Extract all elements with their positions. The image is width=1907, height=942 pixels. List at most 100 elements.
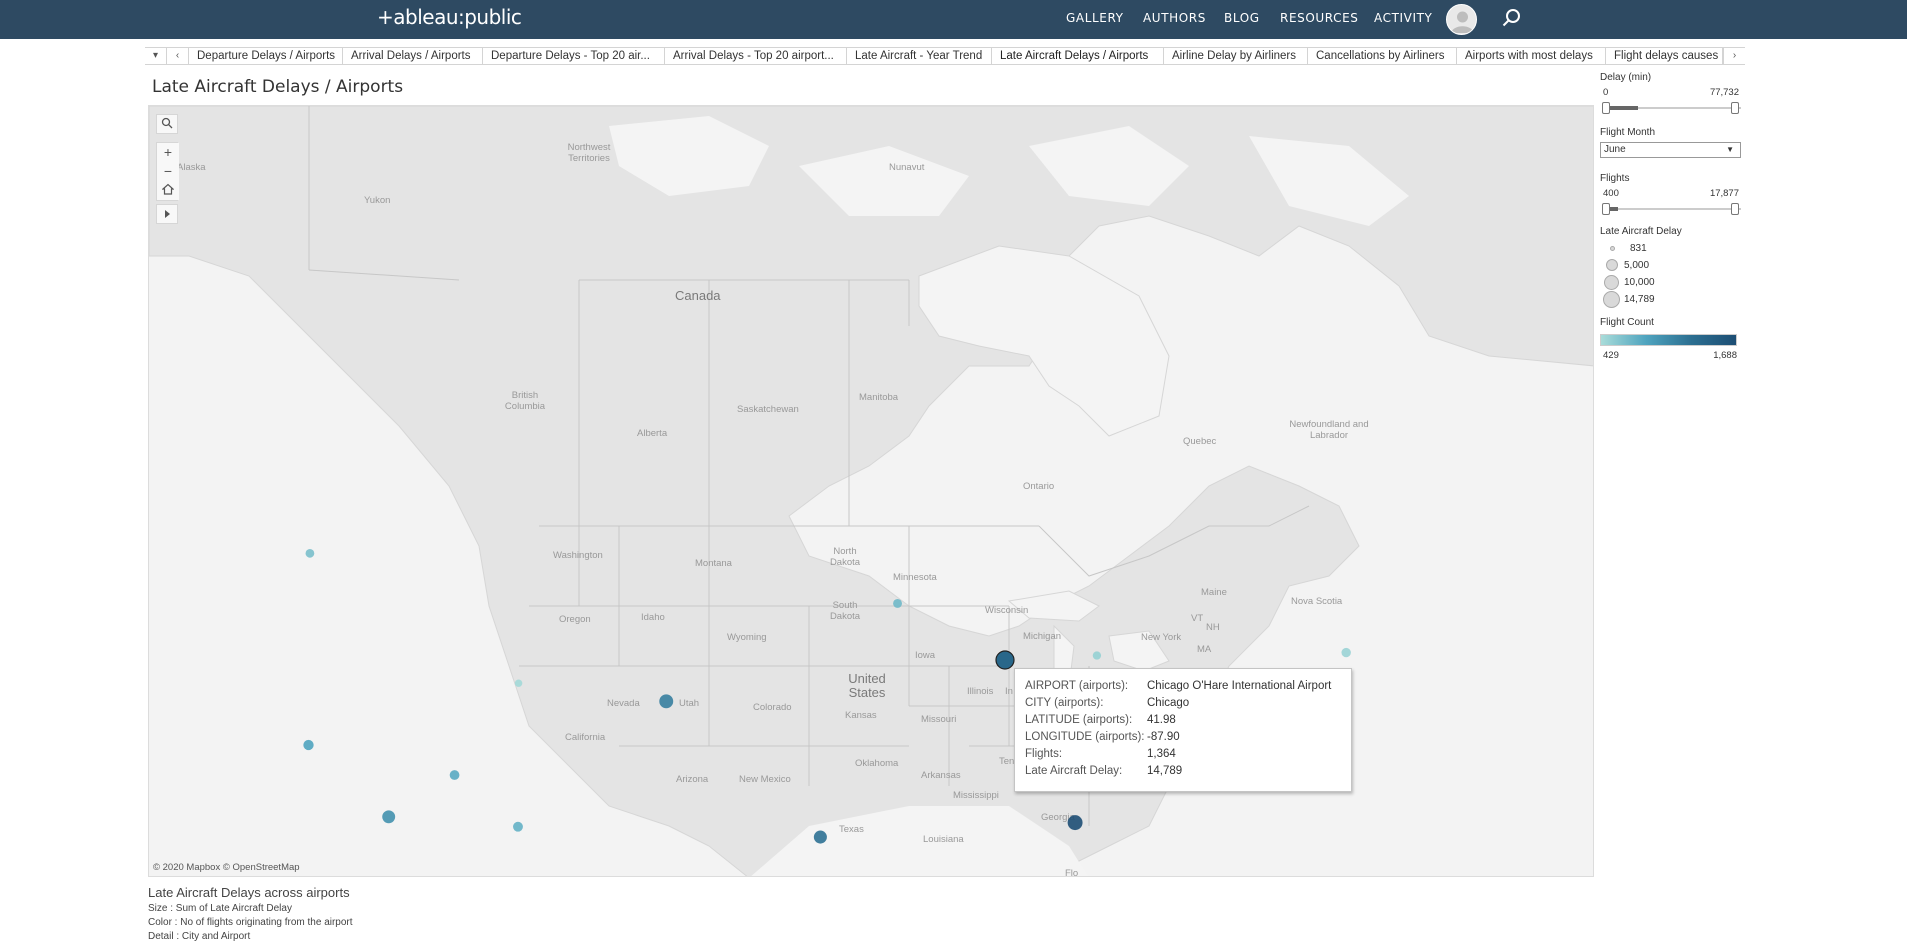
tab-departure-delays-top20[interactable]: Departure Delays - Top 20 air... <box>483 48 665 64</box>
search-icon[interactable] <box>1500 6 1524 30</box>
airport-point[interactable] <box>1092 651 1102 660</box>
delay-slider-min-handle[interactable] <box>1602 102 1610 114</box>
tooltip-row-city: CITY (airports): Chicago <box>1025 697 1341 714</box>
flights-filter-label: Flights <box>1600 173 1630 184</box>
top-navigation-bar: +ableau:public GALLERY AUTHORS BLOG RESO… <box>0 0 1907 39</box>
tooltip-row-longitude: LONGITUDE (airports): -87.90 <box>1025 731 1341 748</box>
tab-arrival-delays-top20[interactable]: Arrival Delays - Top 20 airport... <box>665 48 847 64</box>
size-legend-item: 831 <box>1600 240 1745 257</box>
map-tools-expand-icon[interactable] <box>156 204 178 224</box>
flights-range-slider[interactable] <box>1600 202 1745 216</box>
airport-point[interactable] <box>449 770 460 780</box>
month-dropdown[interactable]: June ▼ <box>1600 142 1741 158</box>
airport-point[interactable] <box>813 830 827 844</box>
tooltip-key: AIRPORT (airports): <box>1025 680 1129 692</box>
color-legend-min: 429 <box>1603 350 1619 361</box>
tab-departure-delays-airports[interactable]: Departure Delays / Airports <box>189 48 343 64</box>
airport-point[interactable] <box>893 599 902 608</box>
filters-sidebar: Delay (min) 0 77,732 Flight Month June ▼… <box>1600 72 1745 362</box>
sheet-tab-strip: ▾ ‹ Departure Delays / Airports Arrival … <box>145 47 1745 65</box>
tableau-public-logo[interactable]: +ableau:public <box>377 5 522 29</box>
tooltip-row-airport: AIRPORT (airports): Chicago O'Hare Inter… <box>1025 680 1341 697</box>
tab-airports-most-delays[interactable]: Airports with most delays <box>1457 48 1606 64</box>
airport-point[interactable] <box>659 694 674 709</box>
size-legend-label: 831 <box>1630 243 1647 254</box>
size-legend: 831 5,000 10,000 14,789 <box>1600 240 1745 308</box>
month-filter-label: Flight Month <box>1600 127 1656 138</box>
color-legend-ramp <box>1600 334 1737 346</box>
caption-title: Late Aircraft Delays across airports <box>148 885 350 900</box>
nav-activity[interactable]: ACTIVITY <box>1374 11 1432 25</box>
airport-tooltip: AIRPORT (airports): Chicago O'Hare Inter… <box>1014 668 1352 792</box>
tab-next-icon[interactable]: › <box>1723 48 1745 64</box>
size-legend-item: 14,789 <box>1600 291 1745 308</box>
airport-point[interactable] <box>382 810 396 824</box>
color-legend-range: 429 1,688 <box>1600 350 1737 362</box>
tooltip-row-late-aircraft-delay: Late Aircraft Delay: 14,789 <box>1025 765 1341 782</box>
size-legend-dot <box>1604 275 1619 290</box>
airport-point[interactable] <box>514 679 523 687</box>
delay-min-value: 0 <box>1603 87 1609 98</box>
delay-range-values: 0 77,732 <box>1600 87 1745 99</box>
delay-range-slider[interactable] <box>1600 101 1745 115</box>
tooltip-row-flights: Flights: 1,364 <box>1025 748 1341 765</box>
flights-min-value: 400 <box>1603 188 1619 199</box>
tooltip-key: LONGITUDE (airports): <box>1025 731 1145 743</box>
airport-point[interactable] <box>303 739 314 751</box>
tab-late-aircraft-delays-airports[interactable]: Late Aircraft Delays / Airports <box>992 48 1164 64</box>
delay-filter-label: Delay (min) <box>1600 72 1652 83</box>
map-attribution[interactable]: © 2020 Mapbox © OpenStreetMap <box>153 862 300 873</box>
tooltip-value: Chicago <box>1147 697 1190 709</box>
airport-point[interactable] <box>1067 815 1083 831</box>
chevron-down-icon: ▼ <box>1726 145 1734 154</box>
map-caption: Late Aircraft Delays across airports Siz… <box>148 885 353 942</box>
airport-point[interactable] <box>995 650 1015 670</box>
nav-gallery[interactable]: GALLERY <box>1066 11 1124 25</box>
tab-prev-icon[interactable]: ‹ <box>167 48 189 64</box>
nav-authors[interactable]: AUTHORS <box>1143 11 1206 25</box>
zoom-out-icon[interactable]: − <box>157 162 179 181</box>
caption-color-line: Color : No of flights originating from t… <box>148 917 353 928</box>
size-legend-dot <box>1603 291 1620 308</box>
tooltip-key: Late Aircraft Delay: <box>1025 765 1123 777</box>
color-legend-max: 1,688 <box>1713 350 1737 361</box>
tab-dropdown-icon[interactable]: ▾ <box>145 48 167 64</box>
flights-slider-max-handle[interactable] <box>1731 203 1739 215</box>
tab-cancellations-by-airliners[interactable]: Cancellations by Airliners <box>1308 48 1457 64</box>
dashboard-title: Late Aircraft Delays / Airports <box>152 77 404 97</box>
size-legend-item: 10,000 <box>1600 274 1745 291</box>
tooltip-key: CITY (airports): <box>1025 697 1104 709</box>
tooltip-key: Flights: <box>1025 748 1063 760</box>
caption-detail-line: Detail : City and Airport <box>148 931 251 942</box>
color-legend-title: Flight Count <box>1600 317 1654 328</box>
tab-flight-delays-causes[interactable]: Flight delays causes <box>1606 48 1723 64</box>
tab-airline-delay-by-airliners[interactable]: Airline Delay by Airliners <box>1164 48 1308 64</box>
home-icon[interactable] <box>157 181 179 200</box>
size-legend-label: 5,000 <box>1624 260 1650 271</box>
tab-late-aircraft-year-trend[interactable]: Late Aircraft - Year Trend <box>847 48 992 64</box>
flights-slider-min-handle[interactable] <box>1602 203 1610 215</box>
delay-slider-max-handle[interactable] <box>1731 102 1739 114</box>
airport-point[interactable] <box>513 821 523 832</box>
airport-points-layer <box>303 548 1351 844</box>
user-avatar[interactable] <box>1446 4 1477 35</box>
size-legend-dot <box>1610 246 1615 251</box>
size-legend-dot <box>1606 259 1618 271</box>
size-legend-label: 10,000 <box>1624 277 1655 288</box>
caption-size-line: Size : Sum of Late Aircraft Delay <box>148 903 292 914</box>
flights-max-value: 17,877 <box>1709 188 1739 199</box>
nav-resources[interactable]: RESOURCES <box>1280 11 1358 25</box>
airports-map[interactable]: Alaska Yukon Northwest Territories Nunav… <box>148 105 1594 877</box>
nav-blog[interactable]: BLOG <box>1224 11 1260 25</box>
tooltip-value: 1,364 <box>1147 748 1176 760</box>
map-search-icon[interactable] <box>156 114 178 134</box>
airport-point[interactable] <box>305 548 315 558</box>
tooltip-key: LATITUDE (airports): <box>1025 714 1133 726</box>
zoom-in-icon[interactable]: + <box>157 143 179 162</box>
airport-point[interactable] <box>1341 647 1351 658</box>
size-legend-title: Late Aircraft Delay <box>1600 226 1682 237</box>
size-legend-item: 5,000 <box>1600 257 1745 274</box>
size-legend-label: 14,789 <box>1624 294 1655 305</box>
tab-arrival-delays-airports[interactable]: Arrival Delays / Airports <box>343 48 483 64</box>
tooltip-value: 41.98 <box>1147 714 1176 726</box>
